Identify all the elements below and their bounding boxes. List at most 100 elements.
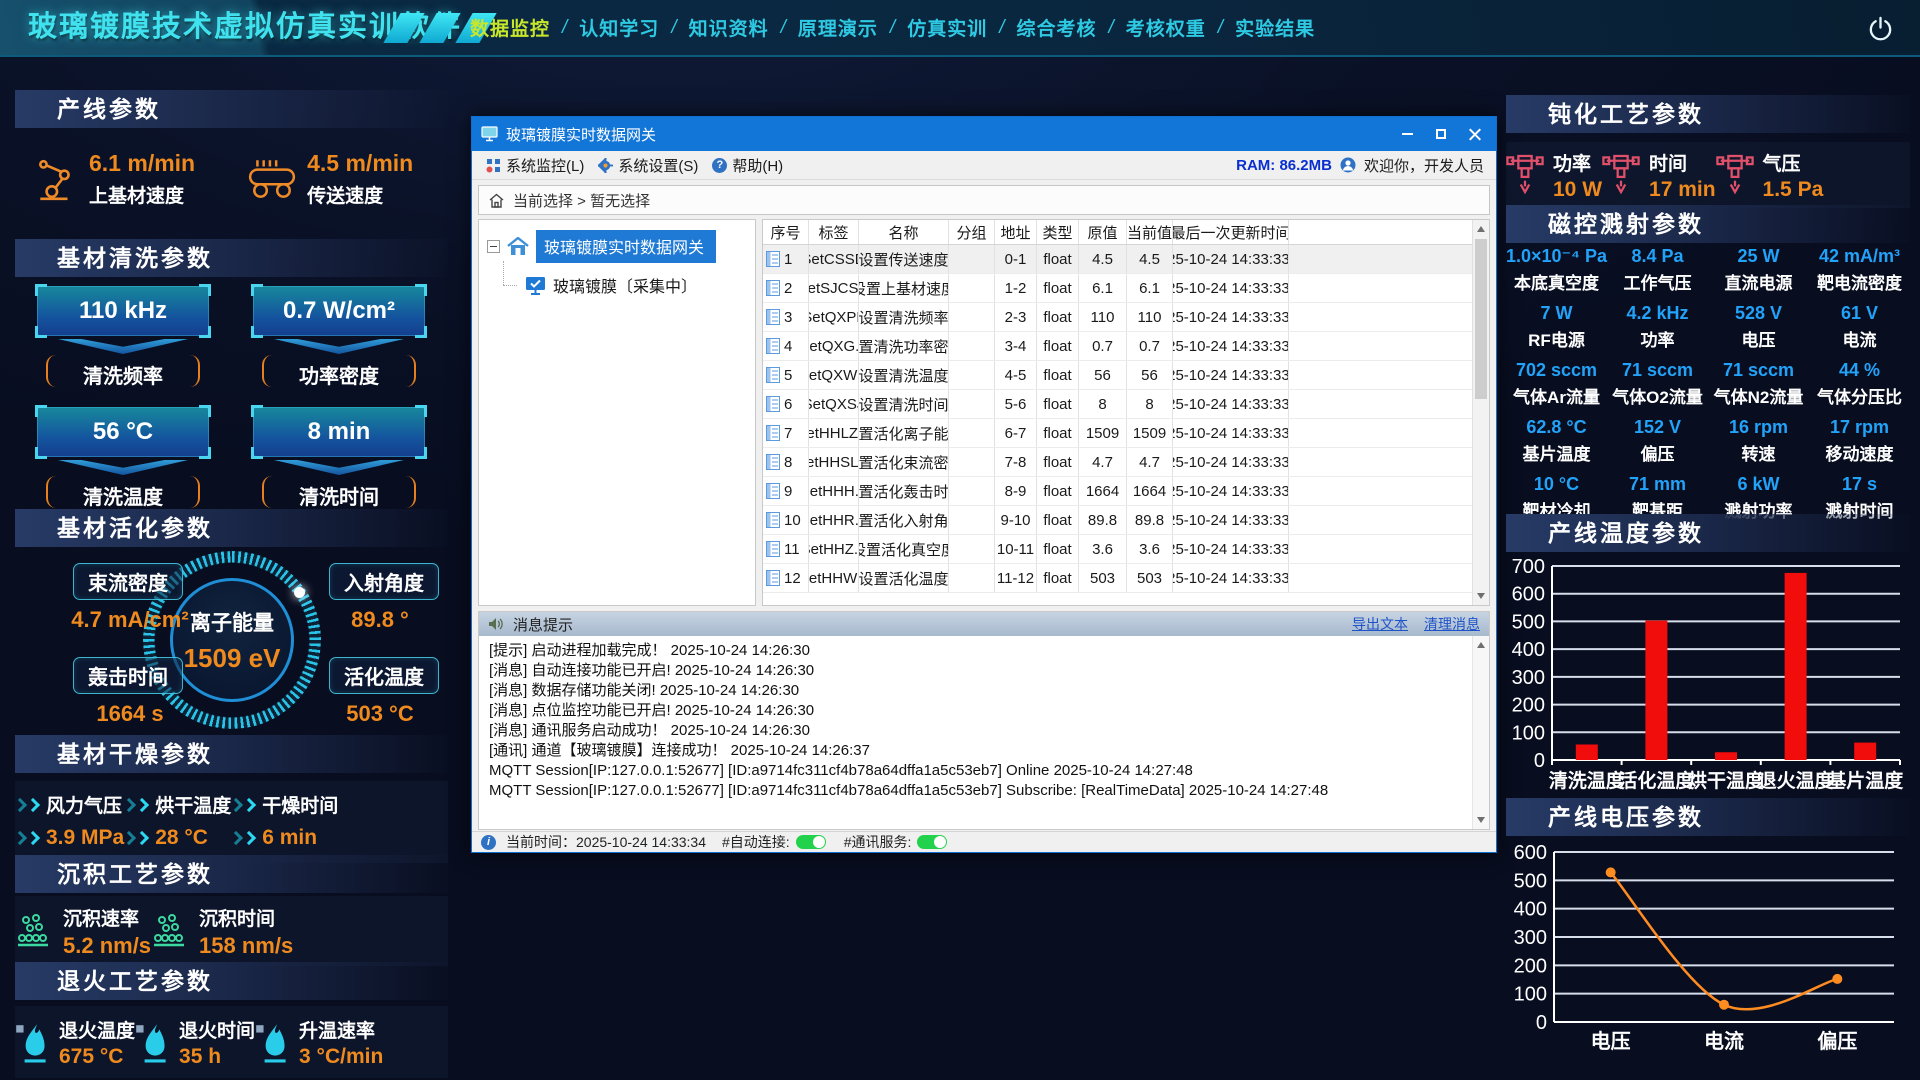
tag-row-icon (766, 251, 780, 267)
window-status-bar: i 当前时间：2025-10-24 14:33:34 #自动连接: #通讯服务: (472, 831, 1496, 852)
table-row[interactable]: 6 SetQXSJ 设置清洗时间 5-6 float 8 8 2025-10-2… (763, 390, 1472, 419)
col-index[interactable]: 序号 (763, 220, 809, 244)
table-row[interactable]: 9 SetHHH... 设置活化轰击时间 8-9 float 1664 1664… (763, 477, 1472, 506)
param-value: 10 W (1553, 178, 1602, 202)
nav-separator: / (1218, 17, 1223, 39)
deposition-param: 沉积速率 5.2 nm/s (15, 904, 151, 959)
table-row[interactable]: 10 SetHHR... 设置活化入射角度 9-10 float 89.8 89… (763, 506, 1472, 535)
scroll-thumb[interactable] (1475, 239, 1487, 399)
table-row[interactable]: 7 SetHHLZ... 设置活化离子能量 6-7 float 1509 150… (763, 419, 1472, 448)
cleaning-param-card: 56 °C 清洗温度 (37, 407, 209, 510)
section-sputtering: 磁控溅射参数 (1506, 205, 1910, 243)
tag-row-icon (766, 483, 780, 499)
power-icon[interactable] (1867, 15, 1894, 42)
col-name[interactable]: 名称 (859, 220, 949, 244)
param-label: 退火温度 (59, 1016, 135, 1043)
nav-tab[interactable]: 知识资料 (689, 14, 769, 41)
table-scrollbar[interactable] (1472, 220, 1489, 605)
message-action-link[interactable]: 清理消息 (1424, 614, 1480, 634)
table-row[interactable]: 11 SetHHZ... 设置活化真空度 10-11 float 3.6 3.6… (763, 535, 1472, 564)
nav-tab[interactable]: 实验结果 (1235, 14, 1315, 41)
scroll-up-button[interactable] (1473, 220, 1489, 237)
sputtering-param: 71 sccm 气体N2流量 (1708, 360, 1809, 408)
svg-text:烘干温度: 烘干温度 (1688, 769, 1765, 792)
col-address[interactable]: 地址 (995, 220, 1037, 244)
nav-tab[interactable]: 综合考核 (1016, 14, 1096, 41)
table-row[interactable]: 3 SetQXPL 设置清洗频率 2-3 float 110 110 2025-… (763, 303, 1472, 332)
param-value-box: 8 min (253, 407, 425, 457)
svg-text:活化温度: 活化温度 (1618, 769, 1695, 792)
param-label: 上基材速度 (89, 181, 195, 208)
annealing-param: 升温速率 3 °C/min (255, 1016, 383, 1069)
tree-collapse-icon[interactable] (487, 240, 500, 253)
col-type[interactable]: 类型 (1037, 220, 1079, 244)
robot-arm-icon (33, 156, 79, 202)
col-tag[interactable]: 标签 (809, 220, 859, 244)
param-value: 17 s (1809, 474, 1910, 495)
table-row[interactable]: 12 SetHHWD 设置活化温度 11-12 float 503 503 20… (763, 564, 1472, 593)
param-label: 气压 (1763, 149, 1824, 176)
param-value: 28 °C (155, 826, 208, 850)
param-value: 152 V (1607, 417, 1708, 438)
nav-tab[interactable]: 原理演示 (798, 14, 878, 41)
drying-param: 烘干温度 28 °C (124, 791, 231, 863)
toggle-switch-on[interactable] (917, 835, 947, 849)
annealing-param: 退火时间 35 h (135, 1016, 255, 1069)
param-value-box: 56 °C (37, 407, 209, 457)
param-label: 干燥时间 (262, 791, 338, 818)
param-value: 702 sccm (1506, 360, 1607, 381)
monitor-grid-icon (486, 158, 501, 173)
scroll-down-button[interactable] (1473, 812, 1489, 829)
table-row[interactable]: 4 SetQXG... 设置清洗功率密度 3-4 float 0.7 0.7 2… (763, 332, 1472, 361)
nav-tab[interactable]: 仿真实训 (907, 14, 987, 41)
table-row[interactable]: 2 SetSJCSD 设置上基材速度 1-2 float 6.1 6.1 202… (763, 274, 1472, 303)
window-titlebar[interactable]: 玻璃镀膜实时数据网关 (472, 117, 1496, 151)
close-button[interactable] (1458, 117, 1492, 151)
toggle-label: #通讯服务: (844, 832, 912, 852)
message-log[interactable]: [提示] 启动进程加载完成！ 2025-10-24 14:26:30[消息] 自… (479, 636, 1489, 829)
temperature-bar-chart: 0100200300400500600700清洗温度活化温度烘干温度退火温度基片… (1506, 556, 1910, 796)
message-scrollbar[interactable] (1472, 636, 1489, 829)
param-label: 电流 (1809, 326, 1910, 351)
col-updated[interactable]: 最后一次更新时间 (1173, 220, 1289, 244)
sputtering-param: 702 sccm 气体Ar流量 (1506, 360, 1607, 408)
nav-tab[interactable]: 考核权重 (1126, 14, 1206, 41)
svg-text:0: 0 (1534, 750, 1545, 772)
tree-child-node[interactable]: 玻璃镀膜〔采集中〕 (525, 273, 755, 297)
menu-system-monitor[interactable]: 系统监控(L) (486, 155, 584, 176)
table-row[interactable]: 8 SetHHSL... 设置活化束流密度 7-8 float 4.7 4.7 … (763, 448, 1472, 477)
tree-root-label[interactable]: 玻璃镀膜实时数据网关 (536, 230, 716, 263)
message-action-link[interactable]: 导出文本 (1352, 614, 1408, 634)
chevron-decoration (274, 460, 404, 475)
param-value-box: 110 kHz (37, 286, 209, 336)
scroll-up-button[interactable] (1473, 636, 1489, 653)
param-value: 10 °C (1506, 474, 1607, 495)
tree-child-label[interactable]: 玻璃镀膜〔采集中〕 (553, 273, 697, 297)
col-group[interactable]: 分组 (949, 220, 995, 244)
col-original[interactable]: 原值 (1079, 220, 1127, 244)
log-line: [提示] 启动进程加载完成！ 2025-10-24 14:26:30 (489, 641, 1465, 660)
scroll-down-button[interactable] (1473, 588, 1489, 605)
param-value: 71 mm (1607, 474, 1708, 495)
sputtering-param: 1.0×10⁻⁴ Pa 本底真空度 (1506, 246, 1607, 294)
collector-monitor-icon (525, 276, 546, 295)
tree-root-node[interactable]: 玻璃镀膜实时数据网关 (487, 230, 755, 263)
svg-text:600: 600 (1512, 584, 1545, 606)
table-row[interactable]: 5 SetQXWD 设置清洗温度 4-5 float 56 56 2025-10… (763, 361, 1472, 390)
nav-tab[interactable]: 数据监控 (470, 14, 550, 41)
maximize-button[interactable] (1424, 117, 1458, 151)
menu-help[interactable]: ? 帮助(H) (712, 155, 783, 176)
param-value: 5.2 nm/s (63, 933, 151, 959)
col-current[interactable]: 当前值 (1127, 220, 1173, 244)
toggle-switch-on[interactable] (796, 835, 826, 849)
table-row[interactable]: 1 SetCSSD 设置传送速度 0-1 float 4.5 4.5 2025-… (763, 245, 1472, 274)
gear-icon (598, 158, 613, 173)
param-label: 偏压 (1607, 440, 1708, 465)
sputtering-param: 42 mA/m³ 靶电流密度 (1809, 246, 1910, 294)
tag-row-icon (766, 512, 780, 528)
minimize-button[interactable] (1390, 117, 1424, 151)
ram-usage: RAM: 86.2MB (1236, 157, 1332, 174)
log-line: [消息] 通讯服务启动成功！ 2025-10-24 14:26:30 (489, 721, 1465, 740)
menu-system-settings[interactable]: 系统设置(S) (598, 155, 698, 176)
nav-tab[interactable]: 认知学习 (579, 14, 659, 41)
